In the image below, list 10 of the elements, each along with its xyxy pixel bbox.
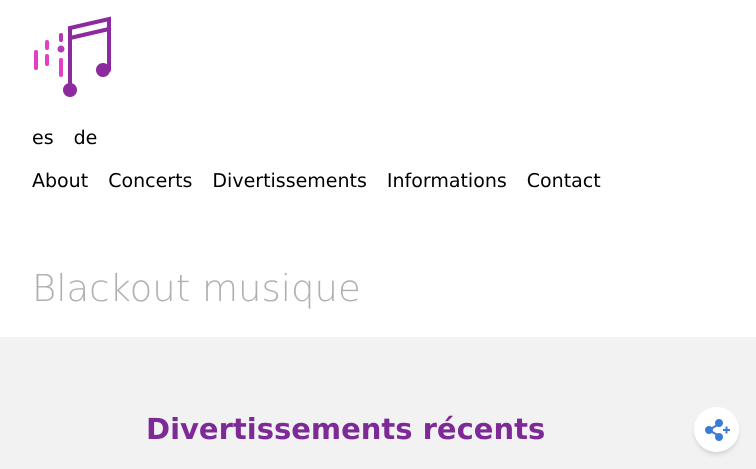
nav-link[interactable]: Informations [386, 166, 507, 195]
section-heading: Divertissements récents [146, 415, 546, 444]
language-link[interactable]: es [32, 124, 54, 152]
nav-link[interactable]: Concerts [108, 166, 192, 195]
share-icon [704, 418, 730, 440]
language-link[interactable]: de [74, 124, 98, 152]
nav-link[interactable]: About [32, 166, 88, 195]
nav-link[interactable]: Divertissements [212, 166, 367, 195]
music-note-logo-icon[interactable] [32, 16, 112, 98]
nav-link[interactable]: Contact [526, 166, 601, 195]
